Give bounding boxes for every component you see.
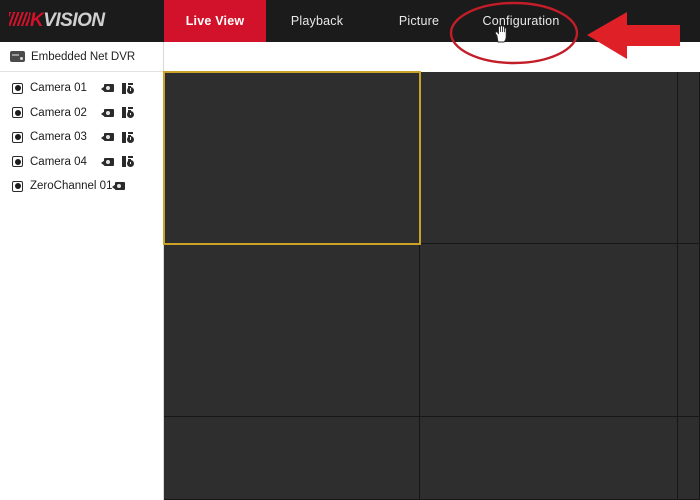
camera-list-item-3[interactable]: Camera 03 xyxy=(0,125,163,150)
video-cell-7[interactable] xyxy=(164,417,420,500)
camera-label: ZeroChannel 01 xyxy=(30,180,113,193)
camera-label: Camera 04 xyxy=(30,155,87,168)
video-cell-4[interactable] xyxy=(164,244,420,417)
capture-icon[interactable] xyxy=(101,132,115,142)
camera-lens-icon xyxy=(12,107,23,119)
capture-icon[interactable] xyxy=(112,181,126,191)
video-cell-3[interactable] xyxy=(678,72,700,244)
camera-list: Camera 01 Camera 02 Camera 03 Camera 04 … xyxy=(0,72,163,199)
camera-lens-icon xyxy=(12,82,23,94)
camera-label: Camera 03 xyxy=(30,131,87,144)
video-cell-6[interactable] xyxy=(678,244,700,417)
camera-actions xyxy=(112,181,168,191)
logo-vision-text: VISION xyxy=(43,10,105,31)
camera-list-item-4[interactable]: Camera 04 xyxy=(0,150,163,175)
video-cell-8[interactable] xyxy=(420,417,678,500)
video-cell-5[interactable] xyxy=(420,244,678,417)
capture-icon[interactable] xyxy=(101,157,115,167)
capture-icon[interactable] xyxy=(101,83,115,93)
device-tree-root[interactable]: Embedded Net DVR xyxy=(0,42,163,72)
logo-hik-text: HIK xyxy=(8,10,44,31)
hikvision-web-client: HIK VISION Live View Playback Picture Con… xyxy=(0,0,700,500)
camera-list-item-1[interactable]: Camera 01 xyxy=(0,76,163,101)
capture-icon[interactable] xyxy=(101,108,115,118)
app-header: HIK VISION Live View Playback Picture Con… xyxy=(0,0,700,42)
video-grid xyxy=(163,71,700,500)
tab-configuration[interactable]: Configuration xyxy=(470,0,572,42)
device-name-label: Embedded Net DVR xyxy=(31,50,136,63)
record-icon[interactable] xyxy=(122,156,135,168)
live-view-video-area xyxy=(163,71,700,500)
camera-label: Camera 02 xyxy=(30,106,87,119)
record-icon[interactable] xyxy=(122,82,135,94)
tab-playback[interactable]: Playback xyxy=(266,0,368,42)
dvr-icon xyxy=(10,51,25,62)
tab-live-view[interactable]: Live View xyxy=(164,0,266,42)
hand-cursor-icon xyxy=(494,25,507,43)
main-navigation: Live View Playback Picture Configuration xyxy=(164,0,700,42)
video-cell-2[interactable] xyxy=(420,72,678,244)
camera-label: Camera 01 xyxy=(30,82,87,95)
camera-actions xyxy=(101,107,163,119)
camera-actions xyxy=(101,156,163,168)
hikvision-logo: HIK VISION xyxy=(0,0,164,42)
video-cell-9[interactable] xyxy=(678,417,700,500)
tab-picture[interactable]: Picture xyxy=(368,0,470,42)
camera-list-item-2[interactable]: Camera 02 xyxy=(0,101,163,126)
record-icon[interactable] xyxy=(122,107,135,119)
camera-lens-icon xyxy=(12,131,23,143)
record-icon[interactable] xyxy=(122,131,135,143)
camera-list-item-zerochannel[interactable]: ZeroChannel 01 xyxy=(0,174,163,199)
camera-lens-icon xyxy=(12,180,23,192)
video-cell-1[interactable] xyxy=(163,71,421,245)
camera-lens-icon xyxy=(12,156,23,168)
device-sidebar: Embedded Net DVR Camera 01 Camera 02 Cam… xyxy=(0,42,164,500)
camera-actions xyxy=(101,82,163,94)
camera-actions xyxy=(101,131,163,143)
live-view-toolbar-strip xyxy=(164,42,700,72)
